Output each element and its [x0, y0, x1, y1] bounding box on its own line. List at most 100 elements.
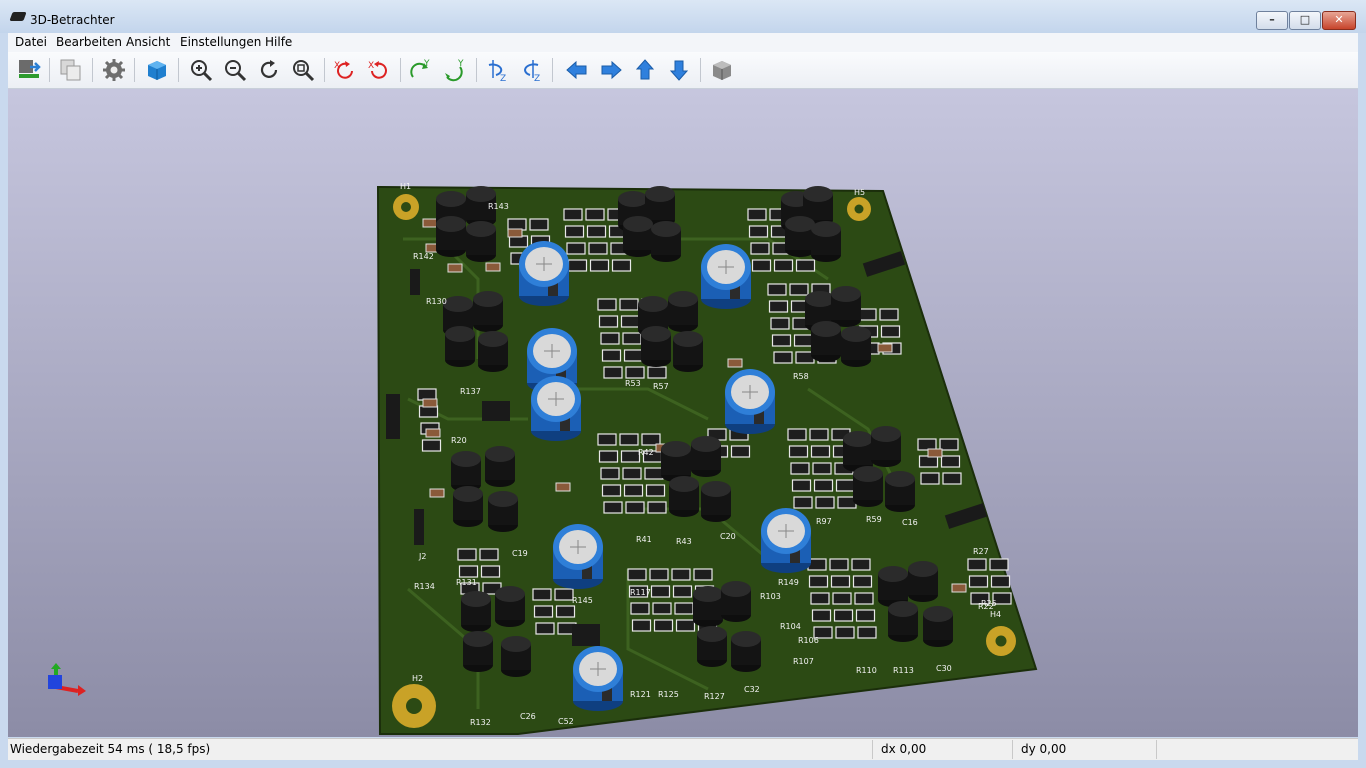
view-3d-cube-icon[interactable]	[144, 57, 170, 83]
menu-datei[interactable]: Datei	[15, 35, 47, 49]
menu-ansicht[interactable]: Ansicht	[126, 35, 170, 49]
zoom-out-icon[interactable]	[222, 57, 248, 83]
smd-resistor	[790, 462, 810, 475]
silkscreen-label: R103	[760, 592, 781, 601]
rotate-z-cw-icon[interactable]: Z	[518, 57, 544, 83]
silkscreen-label: C32	[744, 685, 760, 694]
transistor-top	[478, 331, 508, 347]
maximize-button[interactable]: □	[1289, 11, 1321, 30]
menu-einstellungen[interactable]: Einstellungen	[180, 35, 261, 49]
settings-gear-icon[interactable]	[101, 57, 127, 83]
transistor-top	[843, 431, 873, 447]
smd-resistor	[555, 605, 576, 618]
minimize-button[interactable]: –	[1256, 11, 1288, 30]
smd-resistor	[920, 472, 940, 485]
silkscreen-label: C52	[558, 717, 574, 726]
smd-resistor	[598, 315, 619, 328]
zoom-fit-icon[interactable]	[290, 57, 316, 83]
smd-resistor	[791, 479, 812, 492]
svg-text:X: X	[334, 61, 340, 71]
transistor-top	[805, 291, 835, 307]
smd-resistor	[748, 225, 769, 238]
svg-text:X: X	[368, 61, 374, 71]
transistor-top	[923, 606, 953, 622]
transistor-top	[785, 216, 815, 232]
smd-resistor	[564, 225, 585, 238]
smd-resistor	[793, 334, 814, 347]
silkscreen-label: R121	[630, 690, 651, 699]
silkscreen-label: R107	[793, 657, 814, 666]
smd-resistor	[597, 298, 617, 311]
smd-resistor	[810, 592, 830, 605]
silkscreen-label: R106	[798, 636, 819, 645]
menu-hilfe[interactable]: Hilfe	[265, 35, 292, 49]
transistor-top	[461, 591, 491, 607]
projection-cube-icon[interactable]	[709, 57, 735, 83]
smd-resistor	[674, 602, 694, 615]
smd-resistor	[671, 568, 691, 581]
arrow-up-icon[interactable]	[632, 57, 658, 83]
rotate-x-cw-icon[interactable]: X	[366, 57, 392, 83]
smd-resistor	[918, 455, 939, 468]
smd-resistor	[879, 308, 899, 321]
smd-resistor	[773, 259, 794, 272]
transistor-top	[803, 186, 833, 202]
smd-resistor	[619, 433, 639, 446]
silkscreen-label: C26	[520, 712, 536, 721]
smd-resistor	[532, 588, 552, 601]
rotate-z-ccw-icon[interactable]: Z	[484, 57, 510, 83]
silkscreen-label: R143	[488, 202, 509, 211]
rotate-y-cw-icon[interactable]: Y	[442, 57, 468, 83]
smd-resistor	[942, 472, 962, 485]
smd-resistor	[812, 462, 832, 475]
smd-resistor	[917, 438, 937, 451]
smd-resistor	[457, 548, 477, 561]
arrow-right-icon[interactable]	[598, 57, 624, 83]
silkscreen-label: H5	[854, 188, 865, 197]
smd-resistor	[588, 242, 608, 255]
pin-header	[386, 394, 400, 439]
smd-resistor	[833, 609, 854, 622]
pcb-3d-render: H1 H2 H4 H5 J2 C52 C26 R132 R131 R134 R20 R137 R145 R…	[48, 182, 1038, 735]
silkscreen-label: R27	[973, 547, 989, 556]
refresh-icon[interactable]	[256, 57, 282, 83]
transistor-top	[888, 601, 918, 617]
smd-resistor	[601, 349, 622, 362]
transistor-top	[453, 486, 483, 502]
smd-resistor	[767, 283, 787, 296]
zoom-in-icon[interactable]	[188, 57, 214, 83]
smd-resistor	[600, 467, 620, 480]
pin-header	[414, 509, 424, 545]
menu-bearbeiten[interactable]: Bearbeiten	[56, 35, 122, 49]
silkscreen-label: J2	[418, 552, 426, 561]
transistor-top	[878, 566, 908, 582]
3d-viewport[interactable]: H1 H2 H4 H5 J2 C52 C26 R132 R131 R134 R20 R137 R145 R…	[8, 89, 1358, 737]
pin-header	[482, 401, 510, 421]
copy-image-icon[interactable]	[58, 57, 84, 83]
silkscreen-label: R25	[981, 599, 997, 608]
reload-board-icon[interactable]	[16, 57, 42, 83]
rotate-y-ccw-icon[interactable]: Y	[408, 57, 434, 83]
transistor-top	[693, 586, 723, 602]
transistor-top	[445, 326, 475, 342]
smd-capacitor	[429, 488, 445, 498]
transistor-top	[623, 216, 653, 232]
smd-resistor	[830, 575, 851, 588]
status-bar: Wiedergabezeit 54 ms ( 18,5 fps) dx 0,00…	[8, 738, 1358, 761]
smd-resistor	[770, 317, 790, 330]
transistor-top	[436, 216, 466, 232]
smd-resistor	[857, 626, 877, 639]
arrow-down-icon[interactable]	[666, 57, 692, 83]
smd-resistor	[730, 445, 751, 458]
smd-resistor	[630, 602, 650, 615]
title-bar[interactable]: 3D-Betrachter – □ ✕	[0, 0, 1366, 33]
smd-resistor	[650, 585, 671, 598]
smd-resistor	[672, 585, 693, 598]
smd-resistor	[625, 366, 645, 379]
close-button[interactable]: ✕	[1322, 11, 1356, 30]
arrow-left-icon[interactable]	[564, 57, 590, 83]
silkscreen-label: R113	[893, 666, 914, 675]
rotate-x-ccw-icon[interactable]: X	[332, 57, 358, 83]
transistor-top	[811, 321, 841, 337]
transistor-top	[853, 466, 883, 482]
